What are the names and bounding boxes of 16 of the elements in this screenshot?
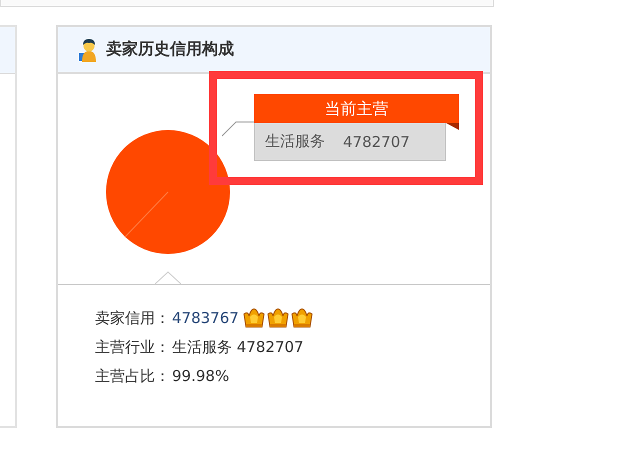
leader-line — [222, 121, 254, 137]
tag-heading: 当前主营 — [254, 94, 459, 123]
panel-title: 卖家历史信用构成 — [106, 39, 234, 60]
fold-corner-icon — [446, 123, 459, 130]
info-value: 99.98% — [172, 367, 230, 385]
info-label: 主营占比： — [95, 366, 170, 386]
info-value: 生活服务 4782707 — [172, 338, 304, 356]
info-value: 4783767 — [172, 309, 239, 327]
info-label: 卖家信用： — [95, 308, 170, 328]
crown-icon — [290, 308, 313, 328]
crown-icon — [242, 308, 265, 328]
tag-value: 4782707 — [343, 132, 410, 150]
tag-category: 生活服务 — [265, 132, 325, 151]
person-icon — [78, 38, 98, 62]
info-label: 主营行业： — [95, 338, 170, 356]
crown-icon — [266, 308, 289, 328]
